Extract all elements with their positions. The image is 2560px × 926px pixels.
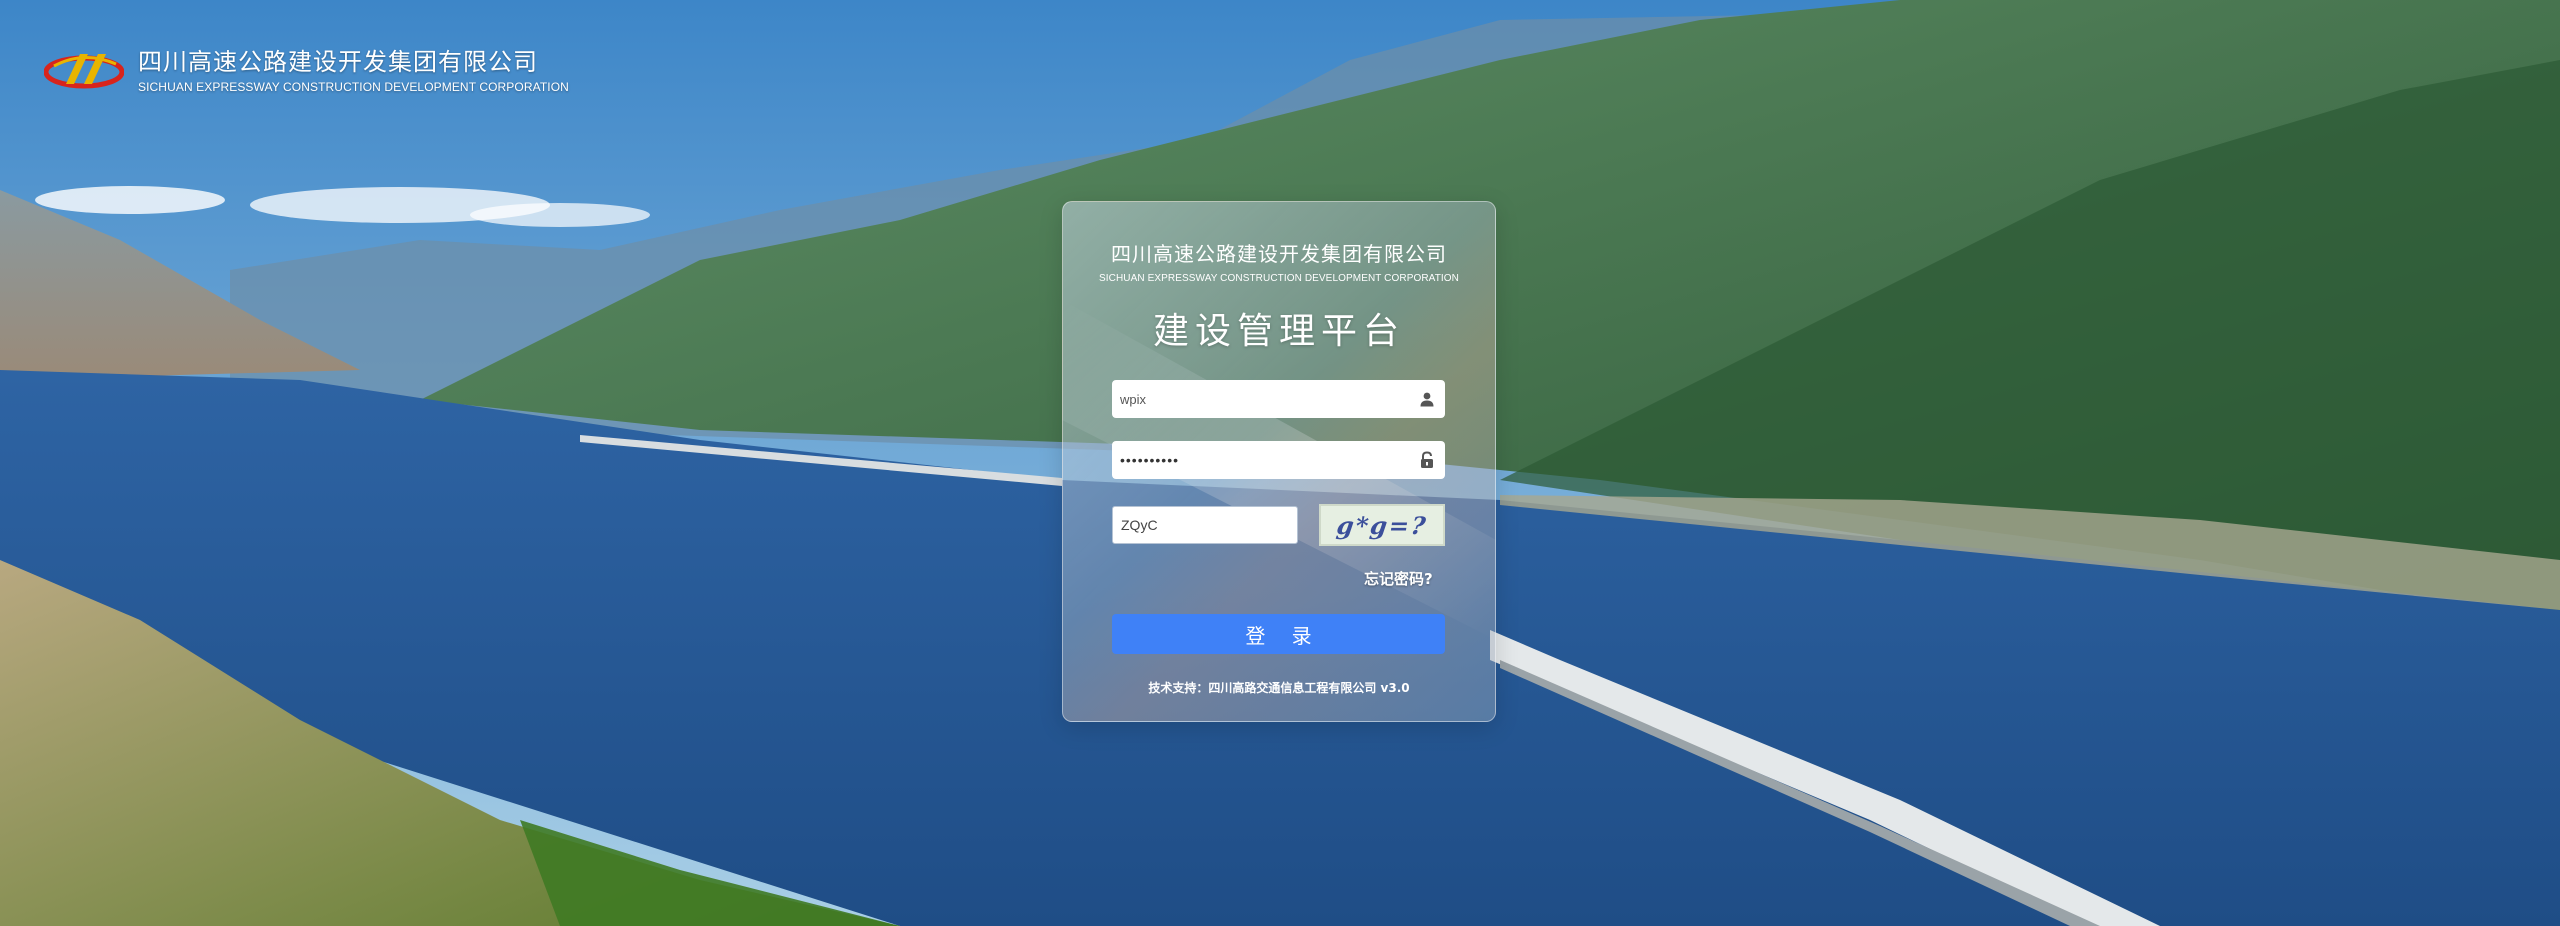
username-field [1112, 380, 1445, 418]
captcha-field [1112, 506, 1298, 544]
login-company-name-en: SICHUAN EXPRESSWAY CONSTRUCTION DEVELOPM… [1099, 273, 1459, 284]
username-input[interactable] [1112, 380, 1409, 418]
captcha-image-text: g*g=? [1334, 510, 1430, 540]
company-name-cn: 四川高速公路建设开发集团有限公司 [138, 48, 538, 76]
platform-title: 建设管理平台 [1152, 311, 1405, 352]
tech-support-footer: 技术支持：四川高路交通信息工程有限公司 v3.0 [1148, 681, 1410, 695]
company-logo [44, 54, 124, 89]
login-button[interactable]: 登 录 [1112, 614, 1445, 654]
password-field [1112, 441, 1445, 479]
lock-icon [1409, 441, 1445, 479]
captcha-input[interactable] [1113, 507, 1297, 543]
password-input[interactable] [1112, 441, 1409, 479]
login-company-name: 四川高速公路建设开发集团有限公司 [1111, 242, 1447, 266]
user-icon [1409, 380, 1445, 418]
brand-header: 四川高速公路建设开发集团有限公司 SICHUAN EXPRESSWAY CONS… [44, 46, 569, 96]
forgot-password-link[interactable]: 忘记密码? [1364, 568, 1433, 589]
login-card: 四川高速公路建设开发集团有限公司 SICHUAN EXPRESSWAY CONS… [1062, 201, 1496, 722]
company-name-en: SICHUAN EXPRESSWAY CONSTRUCTION DEVELOPM… [138, 80, 569, 94]
captcha-image[interactable]: g*g=? [1319, 504, 1445, 546]
